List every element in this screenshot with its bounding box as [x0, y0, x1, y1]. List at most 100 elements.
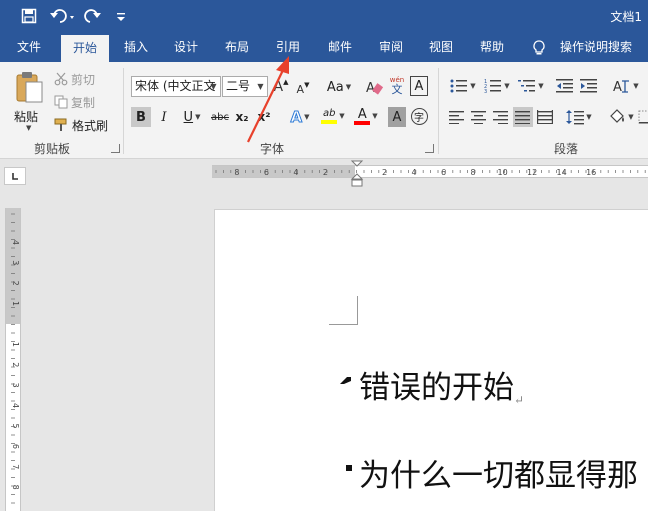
vertical-ruler[interactable]: 4 3 2 1 1 2 3 4 5 6 7 8 [5, 208, 21, 511]
ruler-label: 4 [11, 240, 20, 245]
font-color-button[interactable]: A ▼ [351, 106, 381, 126]
align-left-button[interactable] [447, 107, 467, 127]
cut-button[interactable]: 剪切 [54, 70, 112, 88]
customize-qat-button[interactable] [113, 6, 129, 26]
align-right-button[interactable] [491, 107, 511, 127]
strikethrough-button[interactable]: abc [209, 107, 231, 127]
font-launcher[interactable] [425, 144, 434, 153]
tab-file[interactable]: 文件 [6, 33, 52, 62]
bullet-square [346, 465, 352, 471]
font-name-combo[interactable]: 宋体 (中文正文 ▼ [131, 76, 221, 97]
tab-insert[interactable]: 插入 [114, 33, 158, 62]
save-button[interactable] [18, 6, 40, 26]
shrink-font-button[interactable]: A ▼ [295, 79, 311, 99]
redo-button[interactable] [82, 6, 104, 26]
numbering-button[interactable]: 1 2 3 ▼ [481, 76, 513, 96]
chinese-layout-button[interactable]: A ▼ [610, 76, 642, 96]
subscript-icon: x₂ [235, 110, 249, 124]
copy-button[interactable]: 复制 [54, 93, 112, 111]
chevron-down-icon: ▼ [470, 82, 476, 90]
highlight-color-bar [321, 120, 338, 124]
chevron-down-icon: ▼ [304, 113, 310, 121]
align-right-icon [493, 111, 508, 124]
tab-help[interactable]: 帮助 [470, 33, 514, 62]
document-line-1[interactable]: 错误的开始↵ [359, 362, 524, 407]
tab-review[interactable]: 审阅 [369, 33, 413, 62]
subscript-button[interactable]: x₂ [233, 107, 251, 127]
character-border-button[interactable]: A [410, 76, 428, 96]
word-window: 文档1 文件 开始 插入 设计 布局 引用 邮件 审阅 视图 帮助 操作说明搜索 [0, 0, 648, 511]
ruler-label: 10 [498, 168, 508, 177]
italic-icon: I [161, 109, 167, 125]
line-2-text: 为什么一切都显得那 [359, 458, 638, 494]
enclose-characters-button[interactable]: 字 [409, 106, 429, 126]
indent-markers[interactable] [350, 159, 364, 189]
chevron-down-icon: ▼ [633, 82, 639, 90]
eraser-icon: A [366, 81, 383, 95]
line-1-text: 错误的开始 [359, 370, 514, 406]
title-bar: 文档1 [0, 0, 648, 33]
shading-button[interactable]: ▼ [605, 107, 637, 127]
superscript-icon: x² [257, 110, 271, 124]
text-effects-button[interactable]: A ▼ [286, 107, 314, 127]
lightbulb-icon [533, 40, 545, 55]
change-case-button[interactable]: Aa ▼ [322, 77, 356, 97]
paragraph-mark: ↵ [514, 393, 525, 407]
numbered-list-icon: 1 2 3 [484, 79, 502, 94]
tab-view[interactable]: 视图 [419, 33, 463, 62]
distributed-button[interactable] [535, 107, 555, 127]
ribbon-tabs: 文件 开始 插入 设计 布局 引用 邮件 审阅 视图 帮助 操作说明搜索 [0, 33, 648, 62]
chevron-down-icon: ▼ [372, 112, 378, 120]
line-spacing-button[interactable]: ▼ [563, 107, 595, 127]
cut-label: 剪切 [71, 73, 96, 87]
undo-button[interactable] [48, 6, 78, 26]
bold-icon: B [136, 109, 146, 125]
tab-layout[interactable]: 布局 [215, 33, 259, 62]
underline-button[interactable]: U ▼ [177, 107, 207, 127]
highlight-button[interactable]: ab ▼ [318, 106, 348, 126]
decrease-indent-button[interactable] [555, 76, 575, 96]
clear-formatting-button[interactable]: A [364, 77, 384, 97]
tell-me-search[interactable]: 操作说明搜索 [530, 33, 648, 62]
tab-design[interactable]: 设计 [164, 33, 208, 62]
document-line-2[interactable]: 为什么一切都显得那 [359, 450, 638, 495]
bold-button[interactable]: B [131, 107, 151, 127]
font-size-combo[interactable]: 二号 ▼ [222, 76, 268, 97]
tab-selector-button[interactable] [4, 167, 26, 185]
caret-up-icon: ▲ [283, 78, 289, 86]
tab-home[interactable]: 开始 [61, 35, 109, 62]
bullets-button[interactable]: ▼ [447, 76, 479, 96]
scissors-icon [54, 72, 68, 86]
copy-icon [54, 95, 68, 109]
italic-button[interactable]: I [155, 107, 173, 127]
ruler-label: 1 [11, 301, 20, 306]
chevron-down-icon: ▼ [586, 113, 592, 121]
character-shading-button[interactable]: A [388, 107, 406, 127]
horizontal-ruler[interactable]: 8 6 4 2 2 4 6 8 10 12 14 16 [212, 165, 648, 178]
format-painter-button[interactable]: 格式刷 [54, 116, 112, 134]
horizontal-ruler-ticks: 8 6 4 2 2 4 6 8 10 12 14 16 [215, 168, 646, 177]
grow-font-button[interactable]: A ▲ [272, 77, 290, 97]
increase-indent-button[interactable] [579, 76, 599, 96]
chevron-down-icon: ▼ [628, 113, 634, 121]
multilevel-list-icon [518, 80, 536, 92]
superscript-button[interactable]: x² [255, 107, 273, 127]
bullet-pen-icon [340, 377, 351, 384]
distributed-icon [537, 110, 553, 124]
justify-button[interactable] [513, 107, 533, 127]
paste-button[interactable]: 粘贴 ▼ [10, 68, 48, 134]
clipboard-launcher[interactable] [111, 144, 120, 153]
tab-mailings[interactable]: 邮件 [318, 33, 362, 62]
highlight-glyph: ab [323, 108, 336, 119]
tab-references[interactable]: 引用 [266, 33, 310, 62]
ruler-label: 6 [264, 168, 269, 177]
grow-font-icon: A [273, 79, 284, 95]
chinese-layout-icon: A [613, 80, 630, 94]
multilevel-list-button[interactable]: ▼ [515, 76, 547, 96]
font-color-bar [354, 120, 371, 125]
phonetic-guide-button[interactable]: wén 文 [387, 75, 407, 95]
chevron-down-icon: ▼ [345, 83, 352, 91]
align-center-button[interactable] [469, 107, 489, 127]
borders-button[interactable] [637, 107, 648, 127]
customize-icon [117, 13, 125, 21]
